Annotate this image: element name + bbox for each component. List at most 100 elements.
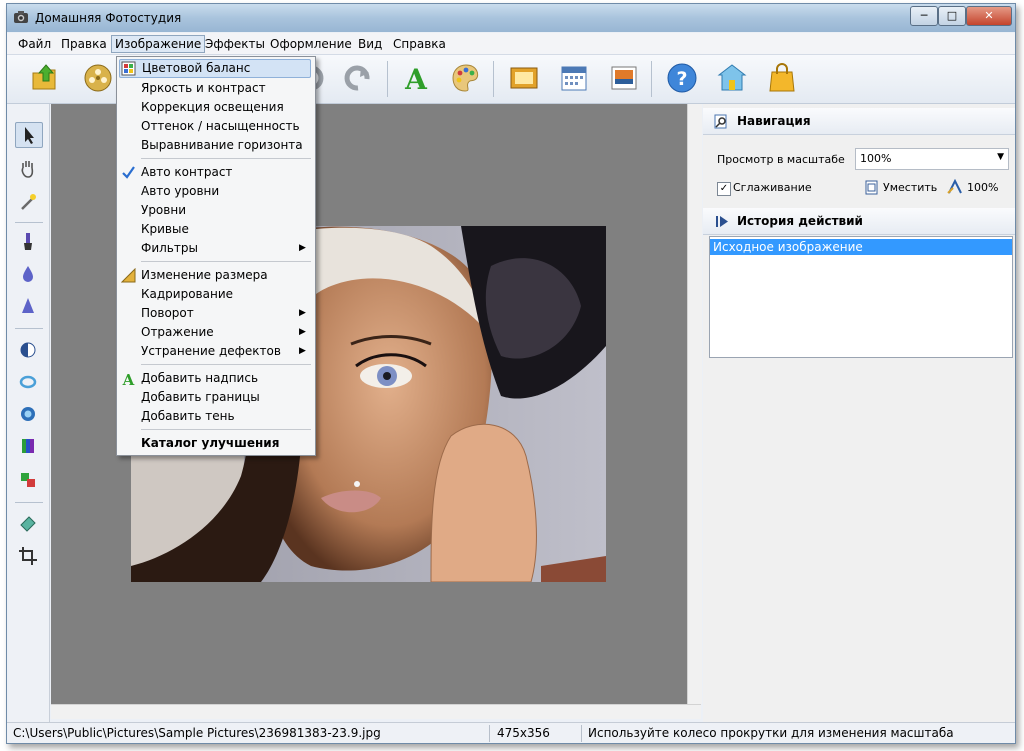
svg-text:A: A xyxy=(404,63,428,95)
menu-item-add-shadow[interactable]: Добавить тень xyxy=(141,409,235,423)
hand-icon[interactable] xyxy=(15,156,41,180)
menu-item-horizon-align[interactable]: Выравнивание горизонта xyxy=(141,138,303,152)
submenu-arrow-icon: ▶ xyxy=(299,327,306,337)
title-bar: Домашняя Фотостудия ─ □ ✕ xyxy=(7,4,1015,32)
menu-item-fix-defects[interactable]: Устранение дефектов xyxy=(141,344,281,358)
svg-text:A: A xyxy=(122,371,135,386)
menu-view[interactable]: Вид xyxy=(355,36,385,52)
menu-item-levels[interactable]: Уровни xyxy=(141,203,186,217)
close-button[interactable]: ✕ xyxy=(966,6,1012,26)
history-title: История действий xyxy=(737,214,863,228)
menu-item-auto-contrast[interactable]: Авто контраст xyxy=(141,165,232,179)
submenu-arrow-icon: ▶ xyxy=(299,308,306,318)
svg-text:?: ? xyxy=(676,68,687,90)
navigation-header: Навигация xyxy=(703,108,1015,135)
menu-item-resize[interactable]: Изменение размера xyxy=(141,268,268,282)
actual-size-icon[interactable] xyxy=(947,179,963,195)
calendar-icon[interactable] xyxy=(557,61,591,95)
text-a-icon[interactable]: A xyxy=(399,61,433,95)
help-icon[interactable]: ? xyxy=(665,61,699,95)
tools-separator xyxy=(15,502,43,503)
zoom-select[interactable]: 100% ▼ xyxy=(855,148,1009,170)
tools-separator xyxy=(15,222,43,223)
redo-icon[interactable] xyxy=(341,61,375,95)
postcard-icon[interactable] xyxy=(607,61,641,95)
status-divider xyxy=(489,725,490,742)
status-bar: C:\Users\Public\Pictures\Sample Pictures… xyxy=(7,722,1015,743)
menu-item-reflect[interactable]: Отражение xyxy=(141,325,214,339)
menu-item-brightness-contrast[interactable]: Яркость и контраст xyxy=(141,81,266,95)
color-bars-icon[interactable] xyxy=(15,434,41,458)
actual-size-button[interactable]: 100% xyxy=(967,181,998,194)
toolbar-separator xyxy=(493,61,494,97)
menu-file[interactable]: Файл xyxy=(15,36,54,52)
menu-item-color-balance[interactable]: Цветовой баланс xyxy=(119,59,311,78)
cone-icon[interactable] xyxy=(15,294,41,318)
target-icon[interactable] xyxy=(15,402,41,426)
menu-item-add-caption[interactable]: Добавить надпись xyxy=(141,371,258,385)
menu-separator xyxy=(141,261,311,262)
menu-separator xyxy=(141,364,311,365)
image-menu-dropdown: Цветовой баланс Яркость и контраст Корре… xyxy=(116,56,316,456)
contrast-icon[interactable] xyxy=(15,338,41,362)
toolbar-separator xyxy=(651,61,652,97)
shopping-bag-icon[interactable] xyxy=(765,61,799,95)
menu-item-rotate[interactable]: Поворот xyxy=(141,306,194,320)
window-title: Домашняя Фотостудия xyxy=(35,11,182,25)
magic-wand-icon[interactable] xyxy=(15,190,41,214)
camera-icon xyxy=(14,11,28,23)
color-balance-icon xyxy=(121,61,136,76)
ring-icon[interactable] xyxy=(15,370,41,394)
fit-icon[interactable] xyxy=(865,180,879,195)
menu-item-add-borders[interactable]: Добавить границы xyxy=(141,390,260,404)
menu-design[interactable]: Оформление xyxy=(267,36,355,52)
palette-icon[interactable] xyxy=(449,61,483,95)
zoom-label: Просмотр в масштабе xyxy=(717,153,845,166)
navigation-icon xyxy=(714,114,727,129)
home-icon[interactable] xyxy=(715,61,749,95)
menu-effects[interactable]: Эффекты xyxy=(202,36,268,52)
crop-icon[interactable] xyxy=(15,544,41,568)
resize-icon xyxy=(121,268,136,283)
menu-edit[interactable]: Правка xyxy=(58,36,110,52)
menu-separator xyxy=(141,429,311,430)
eraser-icon[interactable] xyxy=(15,510,41,534)
status-dimensions: 475x356 xyxy=(497,726,550,740)
history-item[interactable]: Исходное изображение xyxy=(710,239,1012,255)
menu-bar: Файл Правка Изображение Эффекты Оформлен… xyxy=(7,33,1015,55)
menu-item-auto-levels[interactable]: Авто уровни xyxy=(141,184,219,198)
horizontal-scrollbar[interactable] xyxy=(51,704,701,719)
film-reel-icon[interactable] xyxy=(81,61,115,95)
vertical-scrollbar[interactable] xyxy=(687,104,702,704)
brush-icon[interactable] xyxy=(15,230,41,254)
menu-separator xyxy=(141,158,311,159)
frame-icon[interactable] xyxy=(507,61,541,95)
history-list: Исходное изображение xyxy=(709,236,1013,358)
toolbar-separator xyxy=(387,61,388,97)
drop-icon[interactable] xyxy=(15,262,41,286)
menu-item-lighting-correction[interactable]: Коррекция освещения xyxy=(141,100,284,114)
status-hint: Используйте колесо прокрутки для изменен… xyxy=(588,726,954,740)
text-a-icon: A xyxy=(122,371,135,386)
open-folder-icon[interactable] xyxy=(29,61,63,95)
menu-image[interactable]: Изображение xyxy=(111,35,206,53)
maximize-button[interactable]: □ xyxy=(938,6,966,26)
submenu-arrow-icon: ▶ xyxy=(299,243,306,253)
minimize-button[interactable]: ─ xyxy=(910,6,938,26)
colors-swap-icon[interactable] xyxy=(15,468,41,492)
checkmark-icon xyxy=(122,166,135,179)
status-file-path: C:\Users\Public\Pictures\Sample Pictures… xyxy=(13,726,381,740)
right-panel: Навигация Просмотр в масштабе 100% ▼ ✓ С… xyxy=(703,104,1015,724)
menu-item-enhancement-catalog[interactable]: Каталог улучшения xyxy=(141,436,279,450)
navigation-title: Навигация xyxy=(737,114,811,128)
menu-help[interactable]: Справка xyxy=(390,36,449,52)
fit-button[interactable]: Уместить xyxy=(883,181,937,194)
menu-item-crop[interactable]: Кадрирование xyxy=(141,287,233,301)
chevron-down-icon: ▼ xyxy=(997,152,1004,162)
submenu-arrow-icon: ▶ xyxy=(299,346,306,356)
menu-item-curves[interactable]: Кривые xyxy=(141,222,189,236)
menu-item-filters[interactable]: Фильтры xyxy=(141,241,198,255)
pointer-icon[interactable] xyxy=(15,122,43,148)
menu-item-hue-saturation[interactable]: Оттенок / насыщенность xyxy=(141,119,300,133)
smoothing-checkbox[interactable]: ✓ xyxy=(717,182,731,196)
